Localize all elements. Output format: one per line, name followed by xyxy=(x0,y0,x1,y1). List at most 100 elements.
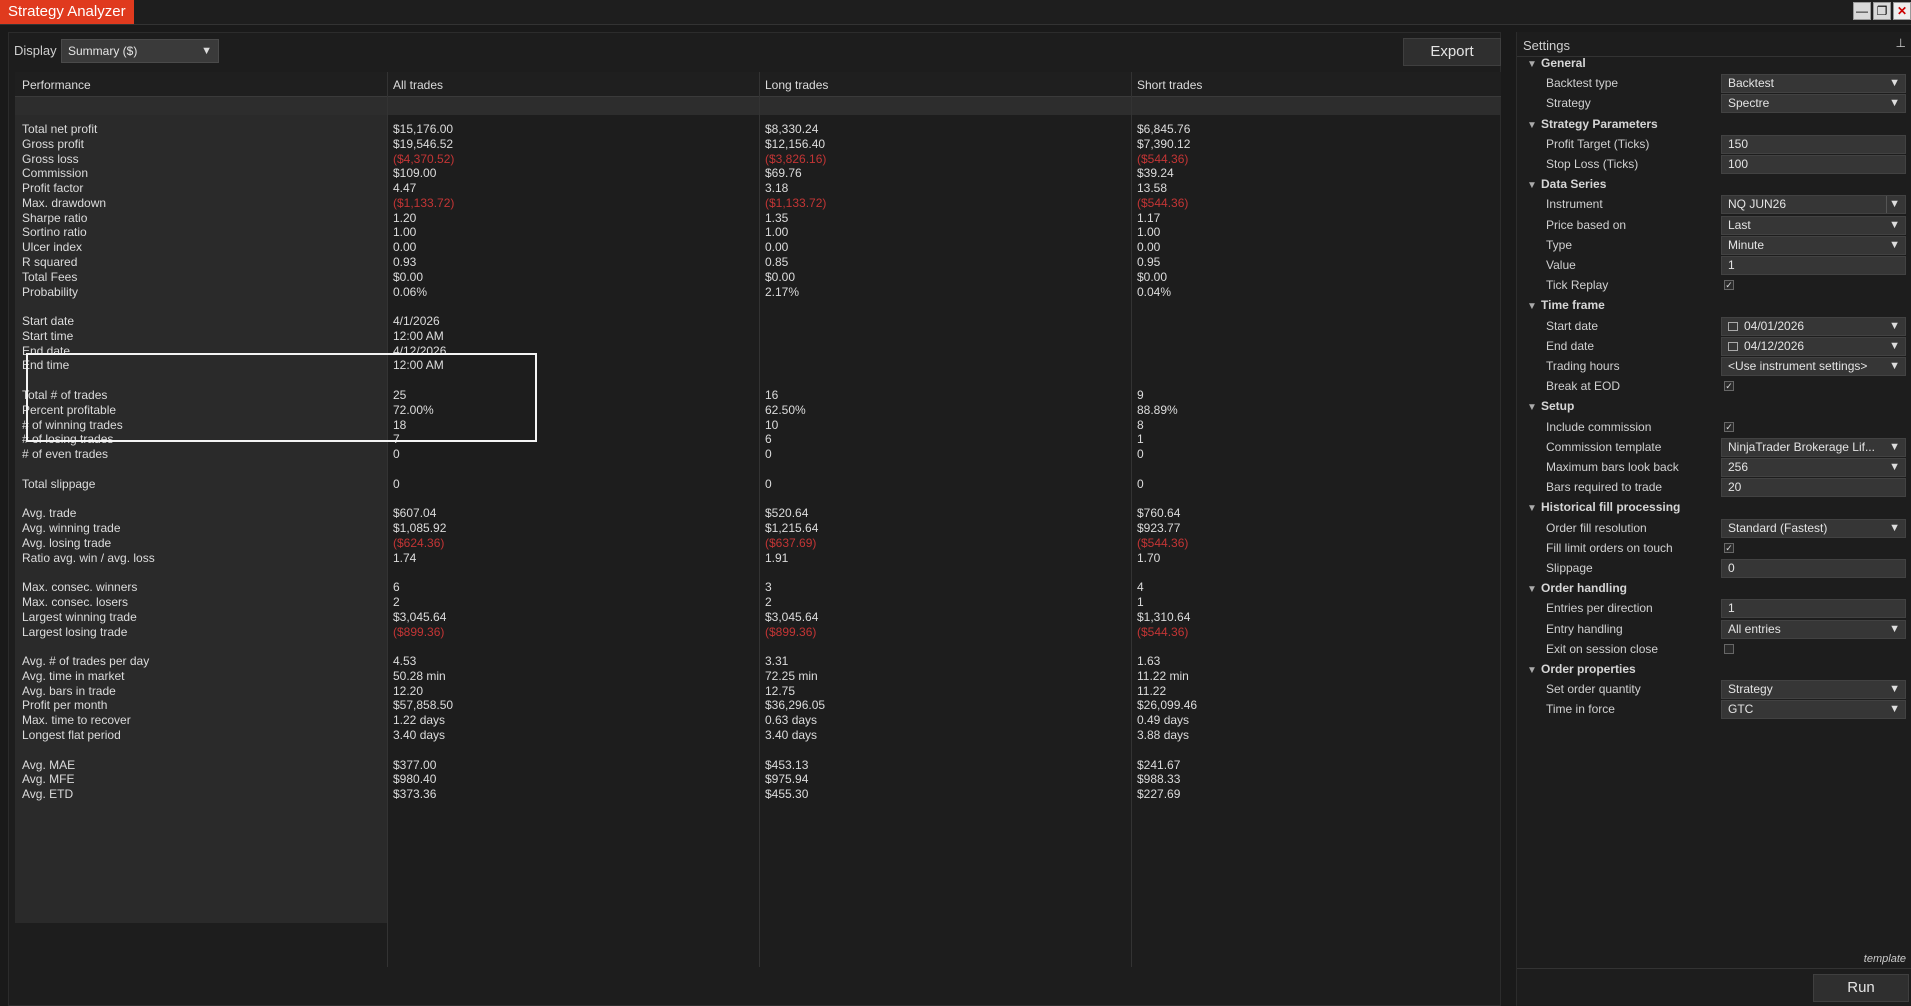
date-picker[interactable]: 04/01/2026 ▼ xyxy=(1721,316,1906,336)
settings-section-header[interactable]: ▼ Order properties xyxy=(1527,662,1636,676)
run-button[interactable]: Run xyxy=(1813,974,1909,1002)
property-label: Price based on xyxy=(1546,217,1627,232)
chevron-down-icon[interactable]: ▼ xyxy=(1889,520,1900,537)
settings-section-header[interactable]: ▼ Strategy Parameters xyxy=(1527,117,1658,131)
property-text-field[interactable]: 150 xyxy=(1721,134,1906,154)
section-title: Order properties xyxy=(1541,662,1636,676)
export-button[interactable]: Export xyxy=(1403,38,1501,66)
performance-panel: Display Summary ($) ▼ Export Performance… xyxy=(8,32,1501,1006)
instrument-selector[interactable]: NQ JUN26 ▼ xyxy=(1721,195,1906,215)
chevron-down-icon[interactable]: ▼ xyxy=(1889,439,1900,456)
property-label: Value xyxy=(1546,258,1576,272)
checkbox[interactable]: ✓ xyxy=(1724,421,1734,432)
property-dropdown[interactable]: Backtest ▼ xyxy=(1721,74,1906,94)
property-label: Fill limit orders on touch xyxy=(1546,540,1673,555)
minimize-button[interactable]: — xyxy=(1853,2,1871,20)
long-trades-cell: $455.30 xyxy=(765,787,809,802)
calendar-icon[interactable] xyxy=(1728,321,1738,331)
checkbox[interactable]: ✓ xyxy=(1724,542,1734,553)
template-link[interactable]: template xyxy=(1864,953,1906,965)
column-header-short-trades[interactable]: Short trades xyxy=(1137,78,1202,92)
property-label: Tick Replay xyxy=(1546,278,1609,293)
property-label: Break at EOD xyxy=(1546,379,1621,394)
display-dropdown[interactable]: Summary ($) ▼ xyxy=(61,39,219,63)
property-label: Instrument xyxy=(1546,197,1603,212)
property-value: Standard (Fastest) xyxy=(1728,520,1828,535)
property-text-field[interactable]: 1 xyxy=(1721,256,1906,275)
property-value: 1 xyxy=(1728,258,1735,272)
date-picker[interactable]: 04/12/2026 ▼ xyxy=(1721,336,1906,356)
column-header-all-trades[interactable]: All trades xyxy=(393,78,443,92)
chevron-down-icon[interactable]: ▼ xyxy=(1889,217,1900,234)
chevron-down-icon[interactable]: ▼ xyxy=(1889,681,1900,698)
chevron-down-icon[interactable]: ▼ xyxy=(1889,358,1900,375)
property-text-field[interactable]: 20 xyxy=(1721,478,1906,498)
chevron-down-icon[interactable]: ▼ xyxy=(1889,75,1900,92)
property-label: End date xyxy=(1546,338,1595,353)
collapse-triangle-icon[interactable]: ▼ xyxy=(1527,584,1541,595)
property-dropdown[interactable]: Minute ▼ xyxy=(1721,235,1906,255)
collapse-triangle-icon[interactable]: ▼ xyxy=(1527,665,1541,676)
property-text-field[interactable]: 1 xyxy=(1721,599,1906,619)
property-text-field[interactable]: 0 xyxy=(1721,559,1906,578)
property-label: Commission template xyxy=(1546,439,1662,454)
section-title: Strategy Parameters xyxy=(1541,116,1658,131)
collapse-triangle-icon[interactable]: ▼ xyxy=(1527,402,1541,413)
collapse-triangle-icon[interactable]: ▼ xyxy=(1527,120,1541,131)
collapse-triangle-icon[interactable]: ▼ xyxy=(1527,301,1541,312)
property-label: Bars required to trade xyxy=(1546,480,1663,495)
property-label: Profit Target (Ticks) xyxy=(1546,136,1650,151)
restore-button[interactable]: ❐ xyxy=(1873,2,1891,20)
checkbox[interactable]: ✓ xyxy=(1724,381,1734,392)
property-label: Exit on session close xyxy=(1546,641,1659,656)
chevron-down-icon[interactable]: ▼ xyxy=(1889,338,1900,355)
chevron-down-icon[interactable]: ▼ xyxy=(1889,701,1900,718)
property-dropdown[interactable]: Spectre ▼ xyxy=(1721,94,1906,114)
property-text-field[interactable]: 100 xyxy=(1721,155,1906,174)
divider xyxy=(1886,196,1887,214)
pin-icon[interactable]: ⊥ xyxy=(1896,36,1906,50)
window-title-tab[interactable]: Strategy Analyzer xyxy=(0,0,134,24)
checkbox[interactable] xyxy=(1724,643,1734,654)
property-dropdown[interactable]: Standard (Fastest) ▼ xyxy=(1721,518,1906,538)
property-value: NinjaTrader Brokerage Lif... xyxy=(1728,439,1875,454)
column-header-long-trades[interactable]: Long trades xyxy=(765,78,828,92)
chevron-down-icon: ▼ xyxy=(201,45,212,57)
collapse-triangle-icon[interactable]: ▼ xyxy=(1527,59,1541,70)
property-value: 04/12/2026 xyxy=(1744,338,1805,353)
settings-section-header[interactable]: ▼ General xyxy=(1527,56,1586,70)
property-dropdown[interactable]: 256 ▼ xyxy=(1721,458,1906,477)
close-button[interactable]: ✕ xyxy=(1893,2,1911,20)
chevron-down-icon[interactable]: ▼ xyxy=(1889,621,1900,638)
property-dropdown[interactable]: Last ▼ xyxy=(1721,215,1906,235)
calendar-icon[interactable] xyxy=(1728,341,1738,351)
section-title: Historical fill processing xyxy=(1541,500,1681,515)
settings-section-header[interactable]: ▼ Time frame xyxy=(1527,298,1605,312)
property-value: GTC xyxy=(1728,702,1754,717)
settings-section-header[interactable]: ▼ Setup xyxy=(1527,399,1574,413)
property-dropdown[interactable]: All entries ▼ xyxy=(1721,619,1906,639)
settings-section-header[interactable]: ▼ Historical fill processing xyxy=(1527,500,1680,514)
column-header-performance[interactable]: Performance xyxy=(22,78,91,92)
property-value: All entries xyxy=(1728,621,1781,636)
property-value: NQ JUN26 xyxy=(1728,197,1787,212)
property-dropdown[interactable]: Strategy ▼ xyxy=(1721,680,1906,700)
chevron-down-icon[interactable]: ▼ xyxy=(1889,318,1900,335)
all-trades-cell: $373.36 xyxy=(393,787,437,802)
property-dropdown[interactable]: NinjaTrader Brokerage Lif... ▼ xyxy=(1721,437,1906,457)
checkbox[interactable]: ✓ xyxy=(1724,280,1734,291)
table-row[interactable]: Avg. ETD $373.36 $455.30 $227.69 xyxy=(15,785,1501,803)
chevron-down-icon[interactable]: ▼ xyxy=(1889,95,1900,112)
property-dropdown[interactable]: <Use instrument settings> ▼ xyxy=(1721,357,1906,376)
chevron-down-icon[interactable]: ▼ xyxy=(1889,196,1900,213)
collapse-triangle-icon[interactable]: ▼ xyxy=(1527,180,1541,191)
settings-section-header[interactable]: ▼ Order handling xyxy=(1527,581,1627,595)
collapse-triangle-icon[interactable]: ▼ xyxy=(1527,503,1541,514)
settings-section-header[interactable]: ▼ Data Series xyxy=(1527,177,1606,191)
chevron-down-icon[interactable]: ▼ xyxy=(1889,459,1900,476)
property-label: Include commission xyxy=(1546,419,1652,434)
section-title: Time frame xyxy=(1541,298,1605,313)
chevron-down-icon[interactable]: ▼ xyxy=(1889,237,1900,254)
property-dropdown[interactable]: GTC ▼ xyxy=(1721,700,1906,720)
property-value: 1 xyxy=(1728,601,1735,616)
